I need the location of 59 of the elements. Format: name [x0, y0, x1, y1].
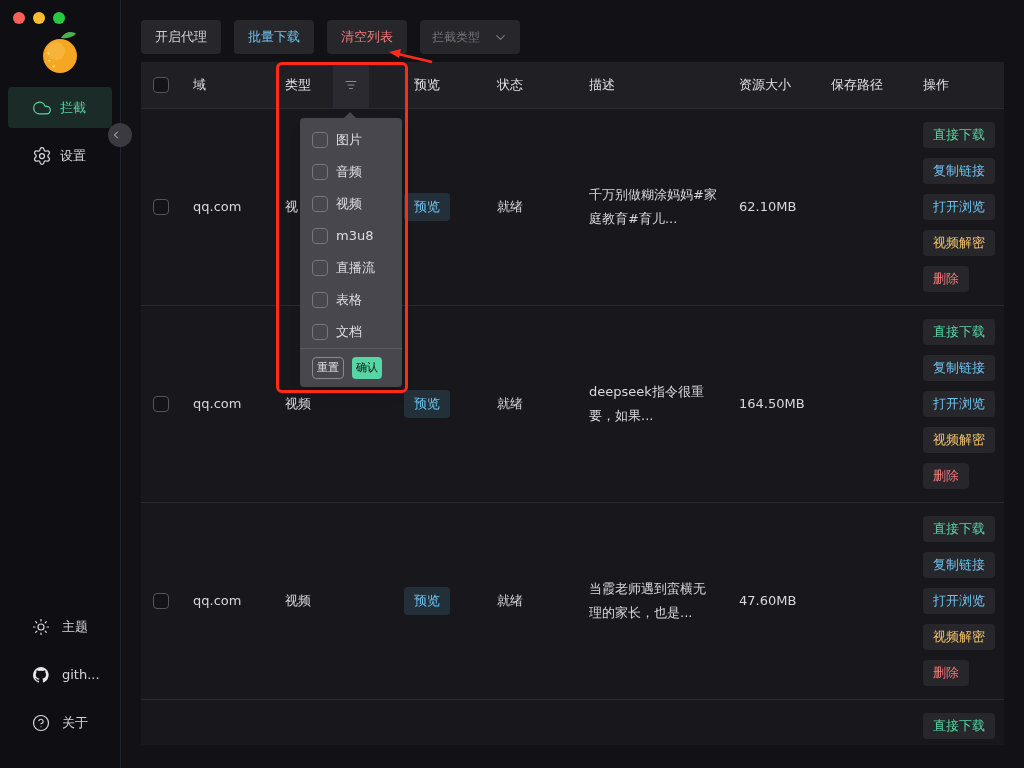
action-button[interactable]: 直接下载: [923, 516, 995, 542]
preview-button[interactable]: 预览: [404, 390, 450, 418]
preview-button[interactable]: 预览: [404, 587, 450, 615]
filter-option[interactable]: 音频: [312, 164, 402, 180]
description-cell-text: 千万别做糊涂妈妈#家庭教育#育儿...: [589, 186, 717, 228]
size-cell: 164.50MB: [739, 396, 805, 412]
type-cell: 视频: [285, 593, 311, 609]
column-header: 状态: [497, 77, 523, 93]
action-button[interactable]: 视频解密: [923, 624, 995, 650]
status-cell: 就绪: [497, 396, 523, 412]
action-button[interactable]: 删除: [923, 660, 969, 686]
domain-cell: qq.com: [193, 593, 242, 609]
column-header: 预览: [414, 77, 440, 93]
action-button[interactable]: 视频解密: [923, 427, 995, 453]
description-cell-text: deepseek指令很重要，如果...: [589, 383, 705, 425]
action-button[interactable]: 复制链接: [923, 158, 995, 184]
toolbar-button[interactable]: 开启代理: [141, 20, 221, 54]
domain-cell: qq.com: [193, 199, 242, 215]
type-cell: 视: [285, 199, 298, 215]
domain-cell: qq.com: [193, 396, 242, 412]
filter-option[interactable]: 直播流: [312, 260, 402, 276]
column-header: 保存路径: [831, 77, 883, 93]
status-cell: 就绪: [497, 593, 523, 609]
reset-button[interactable]: 重置: [312, 357, 344, 379]
filter-option[interactable]: 表格: [312, 292, 402, 308]
size-cell: 47.60MB: [739, 593, 797, 609]
confirm-button[interactable]: 确认: [352, 357, 382, 379]
filter-option[interactable]: 视频: [312, 196, 402, 212]
action-button[interactable]: 删除: [923, 463, 969, 489]
preview-button[interactable]: 预览: [404, 193, 450, 221]
filter-option[interactable]: m3u8: [312, 228, 402, 244]
column-header: 操作: [923, 77, 949, 93]
action-button[interactable]: 复制链接: [923, 355, 995, 381]
sidebar-item[interactable]: gith...: [32, 664, 100, 686]
action-button[interactable]: 打开浏览: [923, 391, 995, 417]
filter-option[interactable]: 文档: [312, 324, 402, 340]
action-button[interactable]: 直接下载: [923, 122, 995, 148]
sidebar-item[interactable]: 设置: [8, 135, 112, 176]
filter-option[interactable]: 图片: [312, 132, 402, 148]
status-cell: 就绪: [497, 199, 523, 215]
column-header: 类型: [285, 76, 311, 95]
action-button[interactable]: 打开浏览: [923, 588, 995, 614]
description-cell-text: 当霞老师遇到蛮横无理的家长，也是...: [589, 580, 707, 622]
sidebar-item[interactable]: 拦截: [8, 87, 112, 128]
toolbar-button[interactable]: 批量下载: [234, 20, 314, 54]
action-button[interactable]: 直接下载: [923, 319, 995, 345]
column-header: 描述: [589, 77, 615, 93]
action-button[interactable]: 打开浏览: [923, 194, 995, 220]
action-button[interactable]: 删除: [923, 266, 969, 292]
action-button[interactable]: 直接下载: [923, 713, 995, 739]
sidebar-item[interactable]: 关于: [32, 712, 88, 734]
action-button[interactable]: 视频解密: [923, 230, 995, 256]
size-cell: 62.10MB: [739, 199, 797, 215]
type-cell: 视频: [285, 396, 311, 412]
column-header: 域: [193, 77, 206, 93]
action-button[interactable]: 复制链接: [923, 552, 995, 578]
column-header: 资源大小: [739, 77, 791, 93]
toolbar-button[interactable]: 清空列表: [327, 20, 407, 54]
sidebar-item[interactable]: 主题: [32, 616, 88, 638]
